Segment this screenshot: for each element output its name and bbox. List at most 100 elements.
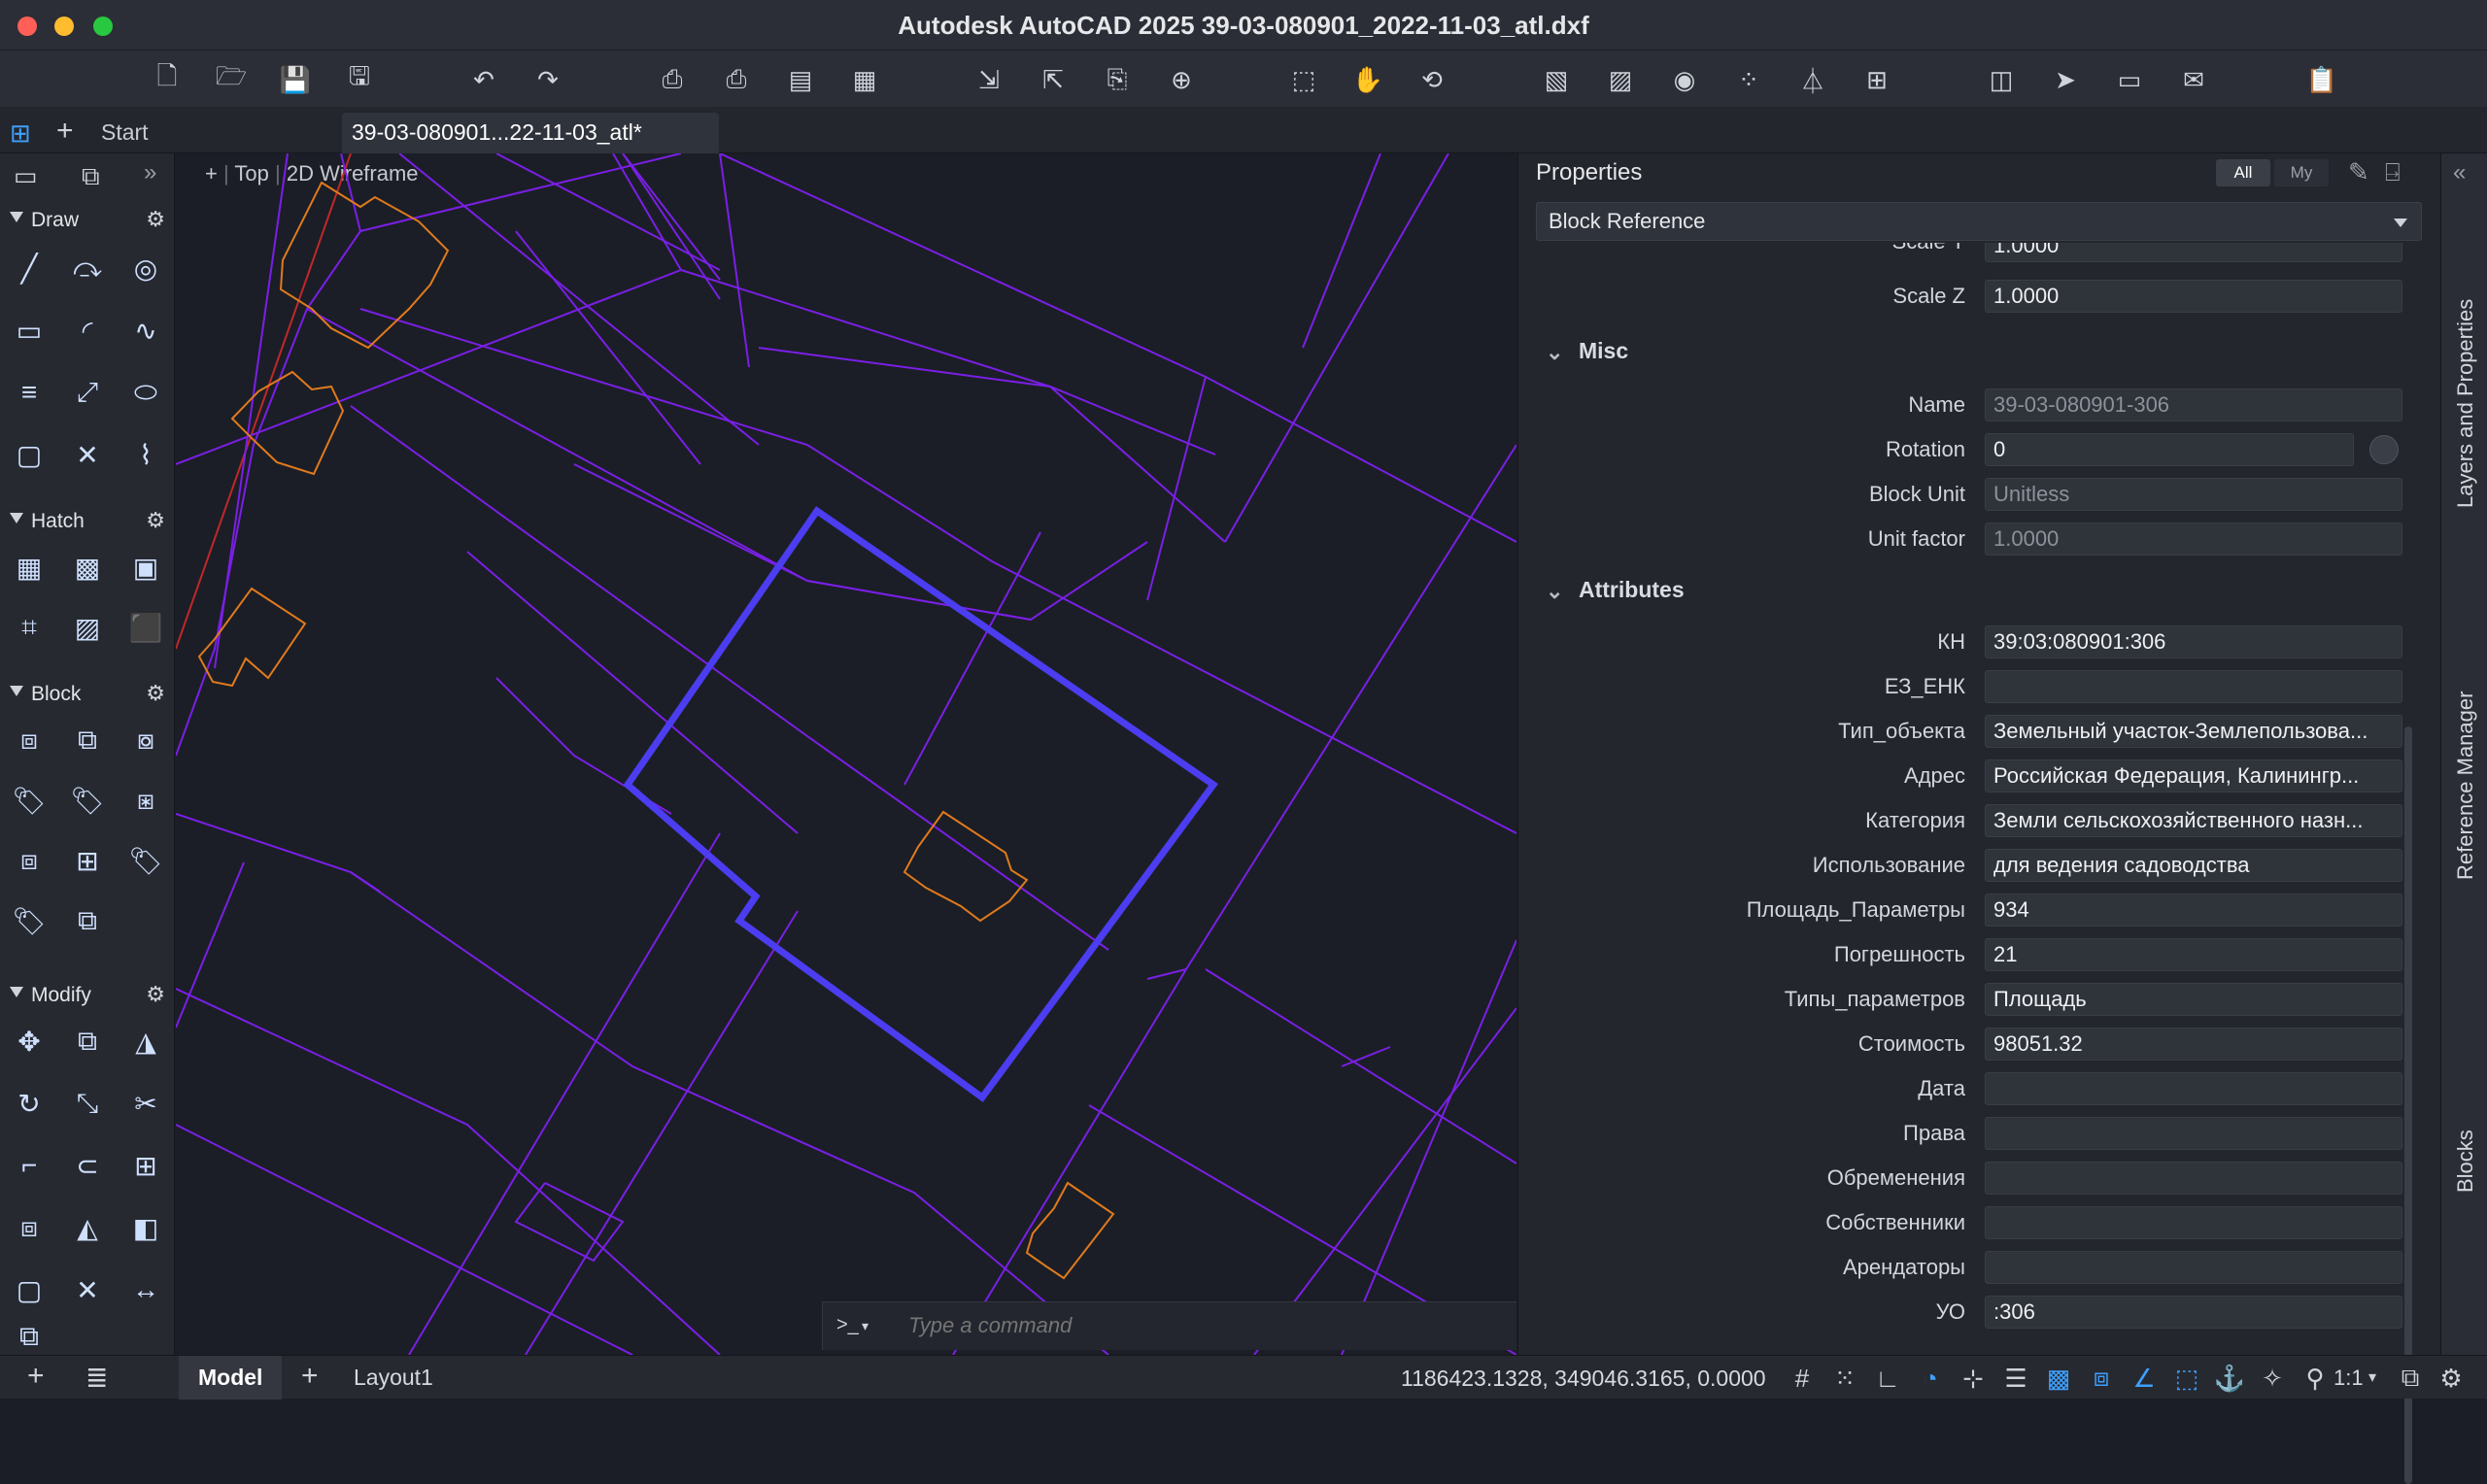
attribute-value[interactable] bbox=[1985, 1251, 2402, 1284]
match-properties-icon[interactable]: ▨ bbox=[1601, 60, 1640, 99]
section-block[interactable]: Block ⚙ bbox=[0, 678, 174, 713]
tab-reference-manager[interactable]: Reference Manager bbox=[2453, 691, 2478, 880]
annotation-scale-icon[interactable]: ⚲ bbox=[2299, 1362, 2332, 1395]
isodraft-icon[interactable]: ⊹ bbox=[1957, 1362, 1990, 1395]
pick-angle-button[interactable] bbox=[2369, 435, 2399, 464]
web-icon[interactable]: ⊕ bbox=[1162, 60, 1201, 99]
explode-icon[interactable]: ⧈ bbox=[8, 1206, 51, 1249]
gear-icon[interactable]: ⚙ bbox=[146, 207, 165, 232]
ortho-icon[interactable]: ∟ bbox=[1871, 1362, 1904, 1395]
zoom-window-icon[interactable]: ⬚ bbox=[1284, 60, 1323, 99]
lineweight-icon[interactable]: ☰ bbox=[1999, 1362, 2032, 1395]
save-icon[interactable]: 💾 bbox=[276, 60, 315, 99]
layouts-menu-icon[interactable]: ≣ bbox=[85, 1362, 108, 1394]
layer-icon[interactable]: ◉ bbox=[1665, 60, 1704, 99]
new-layout-plus-icon[interactable]: + bbox=[301, 1360, 319, 1393]
filter-all-button[interactable]: All bbox=[2216, 159, 2270, 186]
command-line[interactable]: >_ ▾ bbox=[822, 1301, 1516, 1350]
properties-icon[interactable]: ▧ bbox=[1537, 60, 1576, 99]
tab-start[interactable]: Start bbox=[91, 113, 158, 153]
sync-attributes-icon[interactable]: 🏷 bbox=[124, 839, 167, 882]
autoscale-icon[interactable]: ✧ bbox=[2256, 1362, 2289, 1395]
new-file-icon[interactable]: 🗋 bbox=[148, 60, 187, 99]
attribute-value[interactable] bbox=[1985, 1206, 2402, 1239]
property-value-scale-y[interactable]: 1.0000 bbox=[1985, 243, 2402, 262]
group-misc-header[interactable]: ⌄ Misc bbox=[1546, 332, 1934, 371]
hatch-icon[interactable]: ▦ bbox=[8, 546, 51, 589]
compare-icon[interactable]: ◫ bbox=[1982, 60, 2021, 99]
ellipse-icon[interactable]: ⬭ bbox=[124, 371, 167, 414]
open-folder-icon[interactable]: 🗁 bbox=[212, 60, 251, 99]
gear-icon[interactable]: ⚙ bbox=[146, 982, 165, 1007]
superhatch-icon[interactable]: ⬛ bbox=[124, 606, 167, 649]
arc-icon[interactable]: ◜ bbox=[66, 309, 109, 352]
attribute-value[interactable] bbox=[1985, 1117, 2402, 1150]
notifications-icon[interactable]: ✉ bbox=[2174, 60, 2213, 99]
attribute-value[interactable]: Площадь bbox=[1985, 983, 2402, 1016]
transparency-icon[interactable]: ▩ bbox=[2042, 1362, 2075, 1395]
new-tab-plus-icon[interactable]: + bbox=[56, 115, 74, 148]
align-icon[interactable]: ▢ bbox=[8, 1268, 51, 1311]
attribute-manager-icon[interactable]: ⧆ bbox=[124, 779, 167, 822]
circle-icon[interactable]: ◎ bbox=[124, 247, 167, 289]
drawing-canvas[interactable]: + | Top | 2D Wireframe bbox=[176, 153, 1516, 1355]
attribute-value[interactable]: Земельный участок-Землепользова... bbox=[1985, 715, 2402, 748]
polar-icon[interactable]: ◔ bbox=[1914, 1362, 1947, 1395]
edit-attribute-icon[interactable]: 🏷 bbox=[8, 899, 51, 942]
ray-icon[interactable]: ✕ bbox=[66, 433, 109, 476]
attribute-value[interactable] bbox=[1985, 1072, 2402, 1105]
break-icon[interactable]: ✕ bbox=[66, 1268, 109, 1311]
attribute-value[interactable]: 98051.32 bbox=[1985, 1028, 2402, 1061]
tab-layout1[interactable]: Layout1 bbox=[334, 1356, 453, 1400]
property-value-rotation[interactable]: 0 bbox=[1985, 433, 2354, 466]
redo-icon[interactable]: ↷ bbox=[528, 60, 567, 99]
chevron-down-icon[interactable]: ▾ bbox=[2368, 1367, 2376, 1387]
collapse-icon[interactable]: « bbox=[2453, 159, 2466, 186]
block-list-icon[interactable]: ⧈ bbox=[8, 839, 51, 882]
batch-plot-icon[interactable]: ⎙ bbox=[717, 60, 756, 99]
dynamic-ucs-icon[interactable]: ⬚ bbox=[2170, 1362, 2203, 1395]
command-input[interactable] bbox=[908, 1310, 1491, 1341]
palette-3d-icon[interactable]: ⧉ bbox=[82, 161, 100, 192]
layer-state-icon[interactable]: ⁘ bbox=[1729, 60, 1768, 99]
export-icon[interactable]: ▦ bbox=[845, 60, 884, 99]
tab-drawing[interactable]: 39-03-080901...22-11-03_atl* bbox=[342, 113, 719, 153]
erase-icon[interactable]: ◧ bbox=[124, 1206, 167, 1249]
create-block-icon[interactable]: ⧉ bbox=[66, 719, 109, 761]
import-icon[interactable]: ⇲ bbox=[970, 60, 1008, 99]
block-editor-icon[interactable]: ⧉ bbox=[66, 899, 109, 942]
quick-select-icon[interactable]: ✎ bbox=[2348, 157, 2369, 187]
tab-model[interactable]: Model bbox=[179, 1356, 283, 1400]
osnap-tracking-icon[interactable]: ∠ bbox=[2128, 1362, 2161, 1395]
gear-icon[interactable]: ⚙ bbox=[146, 508, 165, 533]
publish-icon[interactable]: ▤ bbox=[781, 60, 820, 99]
measure-icon[interactable]: ⏃ bbox=[1793, 60, 1832, 99]
mirror-icon[interactable]: ◮ bbox=[124, 1020, 167, 1062]
move-icon[interactable]: ✥ bbox=[8, 1020, 51, 1062]
selection-dropdown[interactable]: Block Reference bbox=[1536, 202, 2422, 241]
stretch-icon[interactable]: ◭ bbox=[66, 1206, 109, 1249]
hatch-lines-icon[interactable]: ≡ bbox=[8, 371, 51, 414]
attribute-value[interactable]: 934 bbox=[1985, 894, 2402, 927]
workspace-icon[interactable]: ⧉ bbox=[2394, 1362, 2427, 1395]
trim-icon[interactable]: ✂ bbox=[124, 1082, 167, 1125]
more-tools-icon[interactable]: ⧉ bbox=[8, 1319, 51, 1354]
tab-layers-and-properties[interactable]: Layers and Properties bbox=[2453, 299, 2478, 508]
pickadd-icon[interactable]: ⍈ bbox=[2385, 157, 2401, 188]
insert-block-icon[interactable]: ⧈ bbox=[8, 719, 51, 761]
copy-icon[interactable]: ⧉ bbox=[66, 1020, 109, 1062]
define-attribute-icon[interactable]: 🏷 bbox=[8, 779, 51, 822]
grid-icon[interactable]: # bbox=[1786, 1362, 1819, 1395]
polyline-icon[interactable]: ⤼ bbox=[66, 247, 109, 289]
attribute-value[interactable]: 39:03:080901:306 bbox=[1985, 625, 2402, 658]
edit-block-icon[interactable]: ⧇ bbox=[124, 719, 167, 761]
rectangle-icon[interactable]: ▭ bbox=[8, 309, 51, 352]
join-icon[interactable]: ↔ bbox=[124, 1268, 167, 1311]
breakline-icon[interactable]: ⌇ bbox=[124, 433, 167, 476]
share-icon[interactable]: ⇱ bbox=[1034, 60, 1073, 99]
fillet-icon[interactable]: ⌐ bbox=[8, 1144, 51, 1187]
attribute-value[interactable]: Земли сельскохозяйственного назн... bbox=[1985, 804, 2402, 837]
add-layout-plus-icon[interactable]: + bbox=[27, 1360, 45, 1393]
section-draw[interactable]: Draw ⚙ bbox=[0, 204, 174, 239]
undo-icon[interactable]: ↶ bbox=[464, 60, 503, 99]
